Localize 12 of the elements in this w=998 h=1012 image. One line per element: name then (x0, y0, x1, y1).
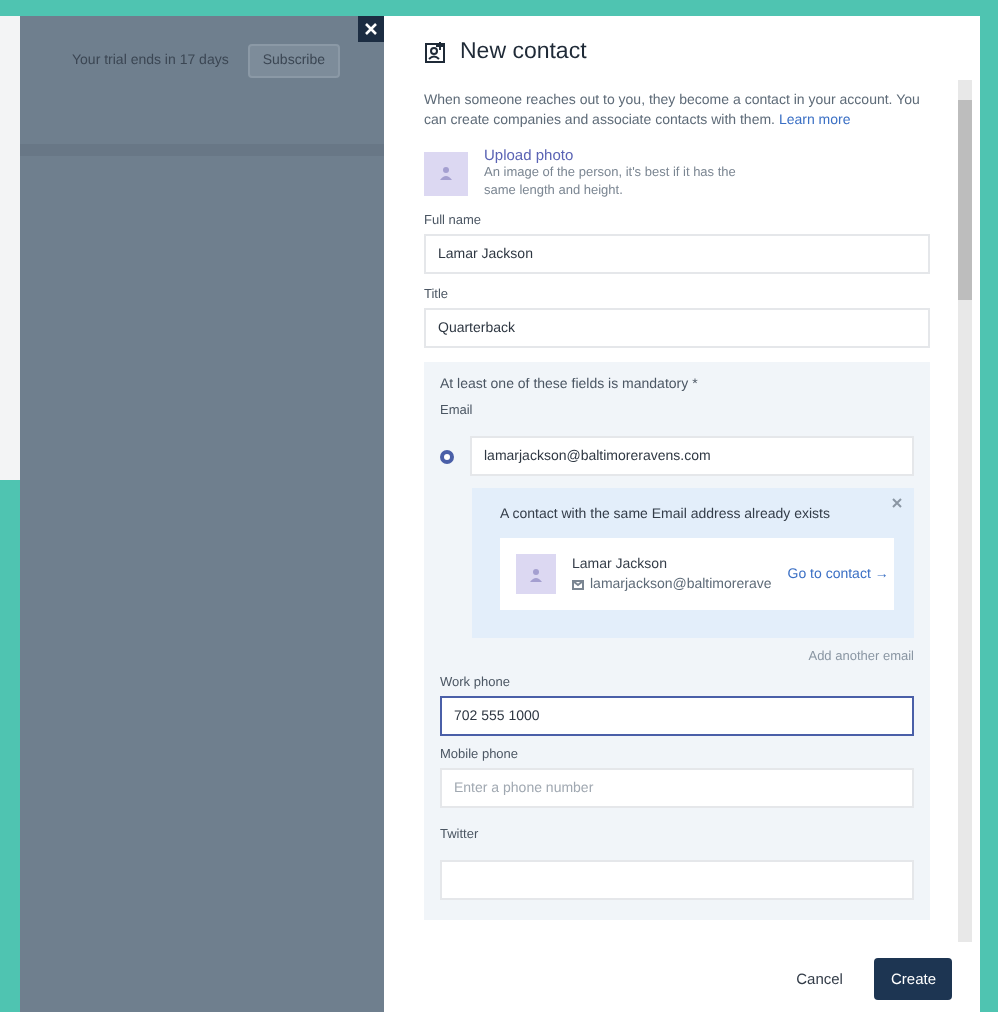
photo-placeholder[interactable] (424, 151, 468, 195)
contact-card-icon (424, 40, 448, 64)
close-icon (364, 22, 378, 36)
person-icon (530, 567, 542, 581)
envelope-icon (572, 579, 584, 589)
person-icon (440, 166, 452, 180)
close-icon[interactable] (892, 498, 902, 508)
primary-radio[interactable] (440, 449, 454, 463)
scrollbar[interactable] (958, 80, 972, 942)
close-button[interactable] (358, 16, 384, 42)
text-field[interactable] (440, 860, 914, 900)
drawer-title: New contact (460, 40, 587, 64)
